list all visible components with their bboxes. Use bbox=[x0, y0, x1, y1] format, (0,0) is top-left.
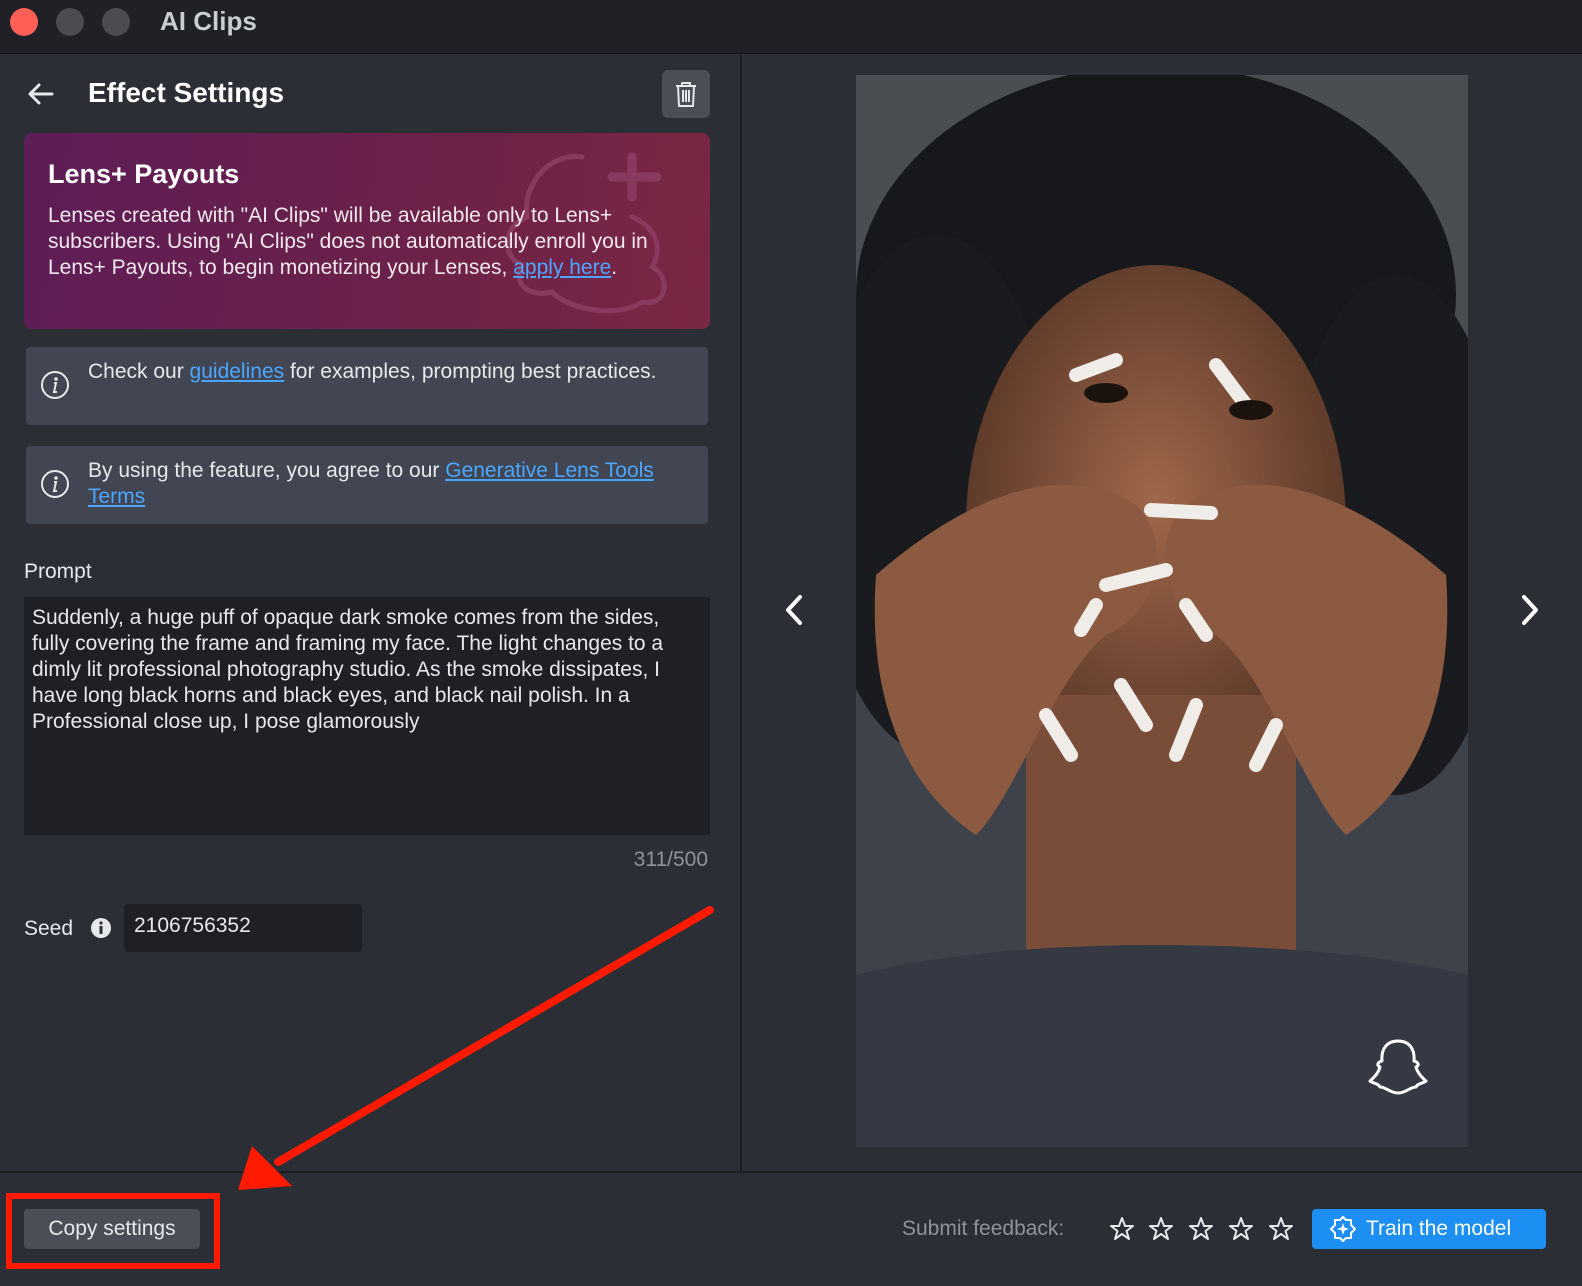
prompt-textarea[interactable]: Suddenly, a huge puff of opaque dark smo… bbox=[24, 597, 710, 835]
star-icon[interactable] bbox=[1268, 1216, 1294, 1242]
guidelines-notice: Check our guidelines for examples, promp… bbox=[26, 347, 708, 425]
feedback-label: Submit feedback: bbox=[902, 1217, 1065, 1240]
prompt-label: Prompt bbox=[24, 560, 92, 583]
preview-image bbox=[856, 75, 1468, 1147]
seed-label: Seed bbox=[24, 917, 74, 940]
train-model-button[interactable]: Train the model bbox=[1312, 1209, 1546, 1249]
settings-panel: Effect Settings Lens+ Payouts Lenses cre… bbox=[0, 55, 742, 1171]
panel-title: Effect Settings bbox=[88, 77, 285, 108]
preview-area bbox=[744, 55, 1582, 1171]
seed-input[interactable]: 2106756352 bbox=[124, 904, 362, 952]
star-icon[interactable] bbox=[1188, 1216, 1214, 1242]
minimize-window-button[interactable] bbox=[56, 8, 84, 36]
portrait-illustration bbox=[856, 75, 1468, 1147]
info-icon bbox=[41, 470, 69, 498]
window-title: AI Clips bbox=[160, 6, 257, 36]
guidelines-text: Check our guidelines for examples, promp… bbox=[88, 360, 657, 383]
trash-icon bbox=[676, 82, 696, 107]
payouts-banner: Lens+ Payouts Lenses created with "AI Cl… bbox=[24, 133, 710, 329]
star-icon[interactable] bbox=[1109, 1216, 1135, 1242]
star-icon[interactable] bbox=[1148, 1216, 1174, 1242]
annotation-highlight-box bbox=[6, 1193, 220, 1269]
seed-info-icon[interactable] bbox=[90, 917, 112, 939]
back-arrow-icon[interactable] bbox=[24, 77, 58, 111]
apply-here-link[interactable]: apply here bbox=[513, 256, 611, 279]
close-window-button[interactable] bbox=[10, 8, 38, 36]
terms-text: By using the feature, you agree to our G… bbox=[88, 459, 654, 508]
maximize-window-button[interactable] bbox=[102, 8, 130, 36]
train-model-label: Train the model bbox=[1366, 1217, 1512, 1240]
sparkle-badge-icon bbox=[1330, 1216, 1356, 1242]
snapchat-ghost-icon bbox=[1368, 1039, 1428, 1095]
payouts-text: Lenses created with "AI Clips" will be a… bbox=[48, 204, 648, 279]
payouts-title: Lens+ Payouts bbox=[48, 159, 240, 189]
guidelines-link[interactable]: guidelines bbox=[190, 360, 285, 383]
terms-notice: By using the feature, you agree to our G… bbox=[26, 446, 708, 524]
prompt-char-counter: 311/500 bbox=[633, 848, 708, 871]
info-icon bbox=[41, 371, 69, 399]
bottom-bar: Copy settings Submit feedback: Train the… bbox=[0, 1171, 1582, 1286]
star-icon[interactable] bbox=[1228, 1216, 1254, 1242]
chevron-left-icon[interactable] bbox=[780, 593, 810, 627]
delete-button[interactable] bbox=[662, 70, 710, 118]
title-bar: AI Clips bbox=[0, 0, 1582, 54]
chevron-right-icon[interactable] bbox=[1514, 593, 1544, 627]
